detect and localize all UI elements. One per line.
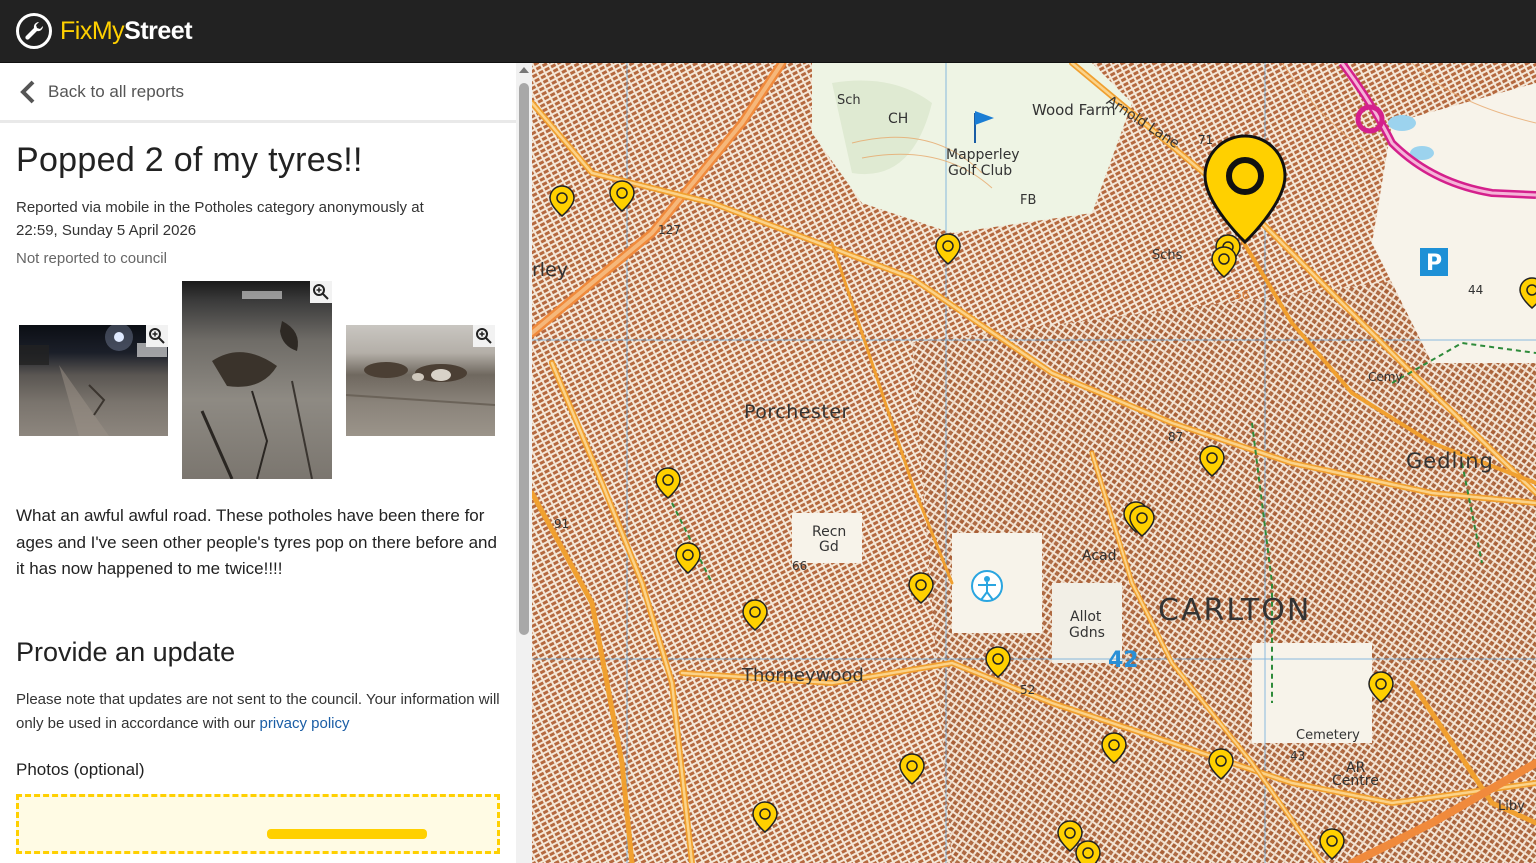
zoom-icon[interactable] (473, 325, 495, 347)
report-map[interactable]: P Porchester CARLTON Gedling Thorneywood… (532, 63, 1536, 863)
map-label-porchester: Porchester (744, 401, 850, 423)
report-meta: Reported via mobile in the Potholes cate… (16, 196, 500, 242)
fixmystreet-logo[interactable]: FixMyStreet (16, 13, 193, 49)
map-label-cemy: Cemy (1368, 370, 1403, 384)
map-label-carlton: CARLTON (1158, 593, 1312, 628)
report-sidebar: Back to all reports Popped 2 of my tyres… (0, 63, 516, 863)
map-label-golf-club: Golf Club (948, 163, 1013, 179)
report-photo-1[interactable] (19, 325, 168, 436)
map-label-127: 127 (658, 223, 681, 237)
update-note: Please note that updates are not sent to… (16, 688, 500, 736)
map-label-thorneywood: Thorneywood (742, 665, 864, 686)
map-label-87: 87 (1168, 430, 1184, 444)
map-label-allot: Allot (1070, 609, 1102, 625)
map-label-acad: Acad (1082, 548, 1117, 564)
scroll-up-arrow-icon[interactable] (519, 67, 529, 73)
report-title: Popped 2 of my tyres!! (16, 141, 363, 179)
report-description: What an awful awful road. These potholes… (16, 506, 497, 578)
map-label-liby: Liby (1498, 799, 1525, 814)
photos-label: Photos (optional) (16, 759, 145, 779)
map-label-91: 91 (554, 517, 570, 531)
map-label-44: 44 (1468, 283, 1484, 297)
site-header: FixMyStreet (0, 0, 1536, 63)
update-note-text: Please note that updates are not sent to… (16, 690, 500, 732)
zoom-icon[interactable] (310, 281, 332, 303)
map-label-52: 52 (1020, 683, 1036, 697)
map-label-recn: Recn (812, 524, 847, 540)
report-meta-line1: Reported via mobile in the Potholes cate… (16, 199, 424, 216)
parking-label: P (1426, 251, 1442, 276)
map-label-rley: rley (532, 259, 569, 281)
council-status: Not reported to council (16, 250, 167, 267)
map-label-schs: Schs (1152, 248, 1183, 263)
map-label-gd: Gd (819, 539, 839, 555)
update-heading: Provide an update (16, 636, 236, 667)
wrench-icon (16, 13, 52, 49)
map-label-sch: Sch (837, 93, 861, 108)
map-label-centre: Centre (1332, 773, 1379, 789)
report-meta-line2: 22:59, Sunday 5 April 2026 (16, 222, 197, 239)
scrollbar-thumb[interactable] (519, 83, 529, 635)
map-label-43: 43 (1290, 749, 1306, 763)
photo-upload-button[interactable] (267, 828, 427, 839)
map-label-71: 71 (1198, 133, 1214, 147)
map-label-cemetery: Cemetery (1296, 728, 1360, 743)
zoom-icon[interactable] (146, 325, 168, 347)
map-label-56: 56 (1234, 288, 1250, 302)
chevron-left-icon (20, 80, 35, 103)
sidebar-scrollbar[interactable] (516, 63, 532, 863)
logo-text-street: Street (124, 16, 193, 45)
map-label-ch: CH (888, 111, 909, 127)
map-label-fb: FB (1020, 193, 1037, 208)
map-label-wood-farm: Wood Farm (1032, 101, 1116, 119)
report-photos (16, 281, 500, 487)
photo-dropzone[interactable] (16, 793, 500, 854)
report-photo-2[interactable] (182, 281, 332, 479)
logo-text-fix: Fix (60, 16, 92, 45)
back-bar[interactable]: Back to all reports (0, 63, 516, 123)
map-label-gedling: Gedling (1406, 449, 1494, 473)
map-label-gdns: Gdns (1069, 625, 1105, 641)
privacy-policy-link[interactable]: privacy policy (259, 715, 349, 732)
map-tiles: P (532, 63, 1536, 863)
back-to-reports-link[interactable]: Back to all reports (48, 82, 184, 102)
map-label-66: 66 (792, 559, 808, 573)
report-photo-3[interactable] (346, 325, 495, 436)
map-grid-label-42: 42 (1108, 648, 1139, 673)
map-label-mapperley: Mapperley (946, 147, 1020, 163)
logo-text-my: My (91, 16, 125, 45)
